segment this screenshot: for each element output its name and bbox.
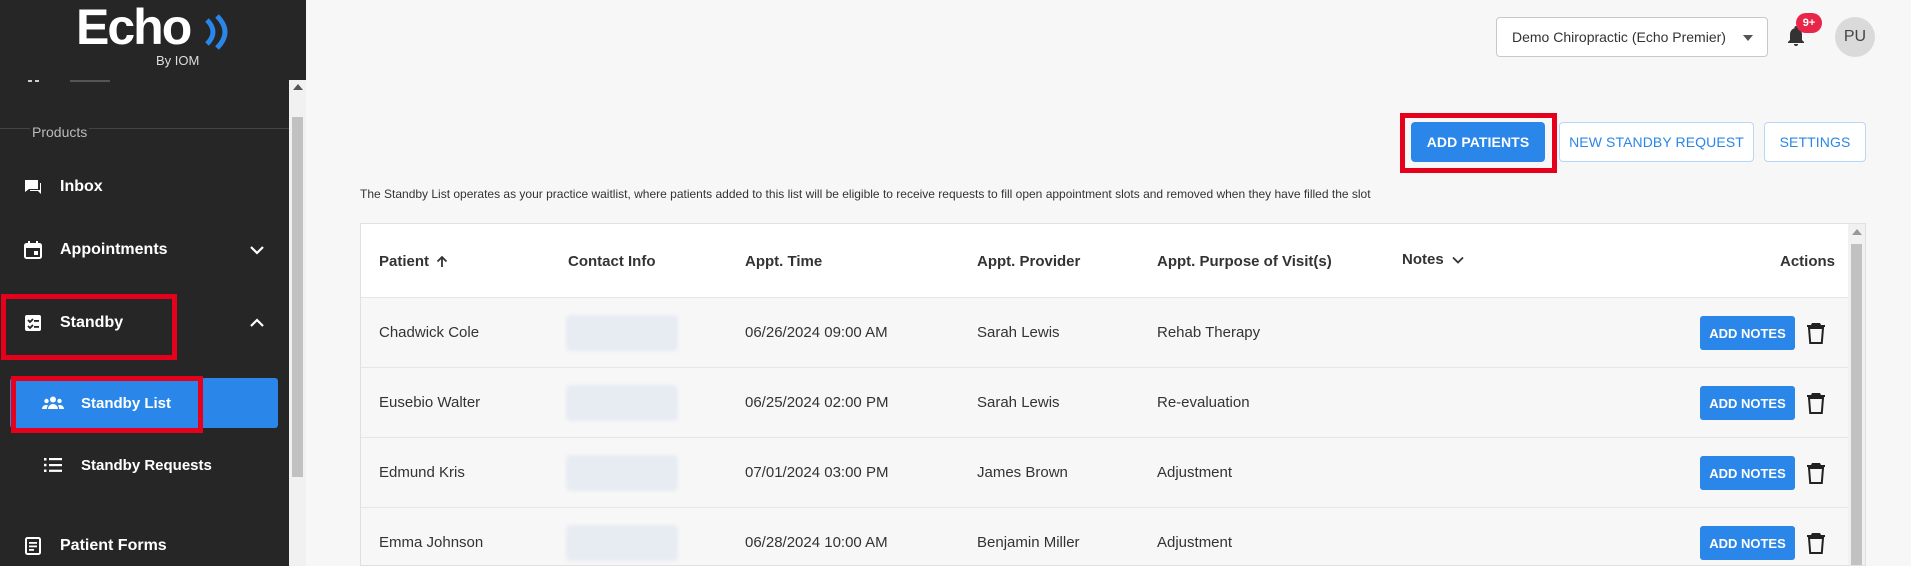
calendar-icon [22, 239, 44, 261]
notification-badge: 9+ [1796, 13, 1822, 33]
trash-icon[interactable] [1806, 391, 1826, 415]
highlight-standby-list [11, 376, 203, 433]
add-patients-button[interactable]: ADD PATIENTS [1411, 122, 1545, 162]
contact-info-redacted [566, 455, 678, 491]
sidebar-subitem-label: Standby Requests [81, 456, 212, 474]
appt-purpose: Adjustment [1157, 464, 1233, 481]
practice-select-value: Demo Chiropractic (Echo Premier) [1512, 29, 1726, 45]
table-row: Eusebio Walter 06/25/2024 02:00 PM Sarah… [361, 367, 1849, 437]
appt-time: 06/25/2024 02:00 PM [745, 394, 889, 411]
column-header-notes[interactable]: Notes [1402, 251, 1466, 268]
trash-icon[interactable] [1806, 321, 1826, 345]
sidebar-item-appointments[interactable]: Appointments [0, 226, 289, 274]
patient-name: Emma Johnson [379, 534, 484, 551]
appt-time: 06/26/2024 09:00 AM [745, 324, 888, 341]
appt-purpose: Adjustment [1157, 534, 1233, 551]
scroll-up-arrow-icon[interactable] [1852, 229, 1862, 235]
inbox-icon [22, 176, 44, 198]
appt-purpose: Re-evaluation [1157, 394, 1250, 411]
chevron-down-icon [1452, 256, 1464, 264]
sidebar-item-inbox[interactable]: Inbox [0, 163, 289, 211]
add-notes-button[interactable]: ADD NOTES [1700, 456, 1795, 490]
scroll-thumb[interactable] [1851, 244, 1862, 565]
signal-wave-icon [205, 14, 228, 50]
practice-select[interactable]: Demo Chiropractic (Echo Premier) [1496, 17, 1768, 57]
appt-provider: Benjamin Miller [977, 534, 1080, 551]
contact-info-redacted [566, 385, 678, 421]
trash-icon[interactable] [1806, 531, 1826, 555]
column-header-purpose: Appt. Purpose of Visit(s) [1157, 253, 1332, 270]
form-icon [22, 535, 44, 557]
list-icon [42, 454, 64, 476]
patient-name: Chadwick Cole [379, 324, 480, 341]
appt-provider: James Brown [977, 464, 1068, 481]
sidebar: Echo By IOM Products Inbox Appointments [0, 0, 306, 566]
logo-text: Echo [76, 0, 192, 55]
sidebar-item-label: Patient Forms [60, 537, 167, 554]
sort-ascending-icon [436, 255, 448, 267]
trash-icon[interactable] [1806, 461, 1826, 485]
chevron-down-icon [250, 246, 264, 255]
column-header-provider: Appt. Provider [977, 253, 1081, 270]
table-row: Chadwick Cole 06/26/2024 09:00 AM Sarah … [361, 297, 1849, 367]
standby-table: Patient Contact Info Appt. Time Appt. Pr… [360, 223, 1866, 566]
table-row: Edmund Kris 07/01/2024 03:00 PM James Br… [361, 437, 1849, 507]
sidebar-item-patient-forms[interactable]: Patient Forms [0, 522, 289, 566]
new-standby-request-button[interactable]: NEW STANDBY REQUEST [1559, 122, 1754, 162]
highlight-standby [1, 294, 177, 360]
add-notes-button[interactable]: ADD NOTES [1700, 386, 1795, 420]
add-notes-button[interactable]: ADD NOTES [1700, 316, 1795, 350]
caret-down-icon [1743, 35, 1753, 41]
column-header-actions: Actions [1780, 253, 1836, 270]
settings-button[interactable]: SETTINGS [1764, 122, 1866, 162]
column-header-contact: Contact Info [568, 253, 656, 270]
appt-time: 06/28/2024 10:00 AM [745, 534, 888, 551]
sidebar-item-label: Inbox [60, 178, 103, 195]
scroll-thumb[interactable] [292, 117, 303, 477]
appt-time: 07/01/2024 03:00 PM [745, 464, 889, 481]
contact-info-redacted [566, 315, 678, 351]
logo-subtitle: By IOM [156, 53, 200, 68]
scroll-up-arrow-icon[interactable] [293, 84, 303, 90]
echo-logo[interactable]: Echo By IOM [76, 0, 236, 75]
sidebar-scrollbar[interactable] [289, 80, 306, 566]
appt-purpose: Rehab Therapy [1157, 324, 1261, 341]
patient-name: Eusebio Walter [379, 394, 481, 411]
appt-provider: Sarah Lewis [977, 324, 1060, 341]
standby-list-description: The Standby List operates as your practi… [360, 187, 1371, 201]
section-label-products: Products [30, 124, 90, 140]
chevron-up-icon [250, 318, 264, 327]
partial-nav-item [26, 80, 110, 82]
appt-provider: Sarah Lewis [977, 394, 1060, 411]
table-scrollbar[interactable] [1848, 224, 1865, 565]
column-header-label: Patient [379, 253, 430, 270]
contact-info-redacted [566, 525, 678, 561]
avatar[interactable]: PU [1835, 17, 1875, 57]
sidebar-subitem-standby-requests[interactable]: Standby Requests [10, 440, 278, 490]
patient-name: Edmund Kris [379, 464, 465, 481]
add-notes-button[interactable]: ADD NOTES [1700, 526, 1795, 560]
column-header-time: Appt. Time [745, 253, 823, 270]
column-header-label: Notes [1402, 251, 1444, 268]
sidebar-item-label: Appointments [60, 241, 168, 258]
column-header-patient[interactable]: Patient [379, 253, 449, 270]
table-row: Emma Johnson 06/28/2024 10:00 AM Benjami… [361, 507, 1849, 565]
